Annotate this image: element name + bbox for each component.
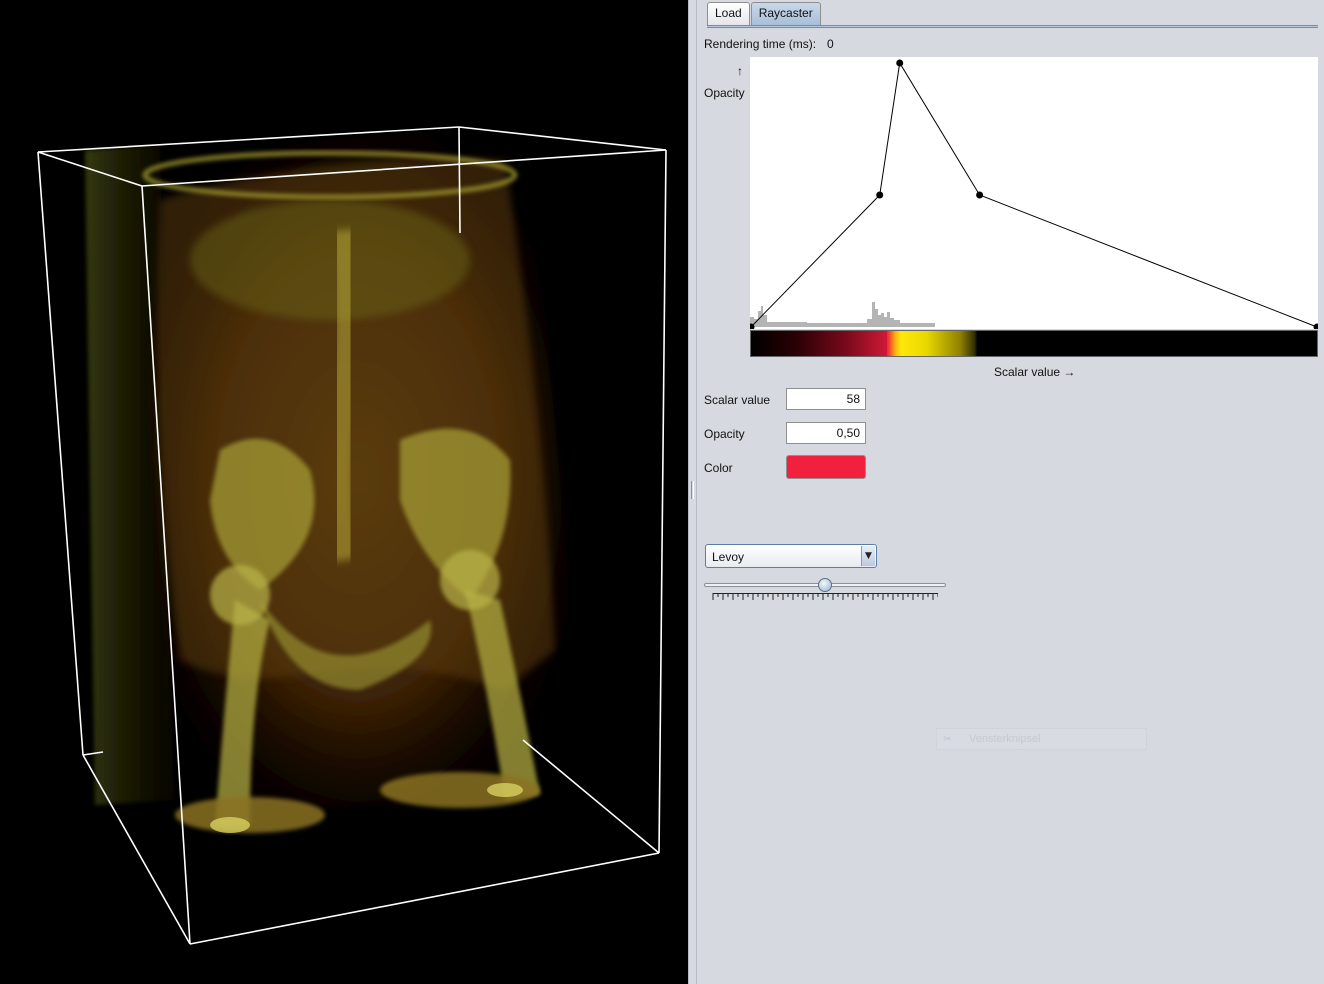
color-map-bar[interactable] xyxy=(750,330,1318,357)
y-axis-arrow: ↑ xyxy=(737,64,743,78)
control-point[interactable] xyxy=(1313,323,1319,330)
opacity-curve xyxy=(750,61,1318,328)
tab-bar: Load Raycaster xyxy=(707,2,822,26)
control-points[interactable] xyxy=(750,59,1319,330)
color-picker-button[interactable] xyxy=(786,455,866,479)
tab-raycaster[interactable]: Raycaster xyxy=(750,2,821,25)
transfer-function-editor[interactable] xyxy=(750,57,1318,329)
slider-ticks xyxy=(712,593,938,600)
rendering-time-label: Rendering time (ms): xyxy=(704,37,817,51)
x-axis-label: Scalar value → xyxy=(994,365,1076,379)
render-mode-select[interactable]: Levoy ▼ xyxy=(705,544,877,568)
chevron-down-icon[interactable]: ▼ xyxy=(861,546,875,566)
rendering-time-value: 0 xyxy=(827,37,834,51)
split-divider[interactable] xyxy=(688,0,697,984)
divider-grip[interactable] xyxy=(691,481,694,499)
control-point[interactable] xyxy=(876,191,884,199)
control-point[interactable] xyxy=(896,59,904,67)
scalar-value-input[interactable]: 58 xyxy=(786,388,866,410)
tab-load[interactable]: Load xyxy=(707,2,750,25)
render-mode-selected: Levoy xyxy=(712,550,745,564)
volume-render-canvas[interactable] xyxy=(0,0,688,984)
scissors-icon: ✂ xyxy=(943,734,952,745)
volume-render-viewport[interactable] xyxy=(0,0,688,984)
opacity-label: Opacity xyxy=(704,427,745,441)
scalar-value-label: Scalar value xyxy=(704,393,771,407)
histogram xyxy=(750,302,935,327)
y-axis-label: Opacity xyxy=(704,86,745,100)
snipping-tool-label: Vensterknipsel xyxy=(969,733,1041,745)
control-panel: Load Raycaster Rendering time (ms): 0 ↑ … xyxy=(697,0,1324,984)
tab-underline xyxy=(707,25,1318,28)
color-label: Color xyxy=(704,461,733,475)
opacity-curve-line xyxy=(750,61,1318,328)
snipping-tool-ghost: ✂ Vensterknipsel xyxy=(936,728,1147,750)
transfer-function-plot[interactable] xyxy=(750,57,1318,329)
control-point[interactable] xyxy=(976,191,984,199)
opacity-input[interactable]: 0,50 xyxy=(786,422,866,444)
slider-thumb[interactable] xyxy=(818,578,832,592)
sampling-slider[interactable] xyxy=(704,575,946,607)
volume-body xyxy=(85,135,575,833)
